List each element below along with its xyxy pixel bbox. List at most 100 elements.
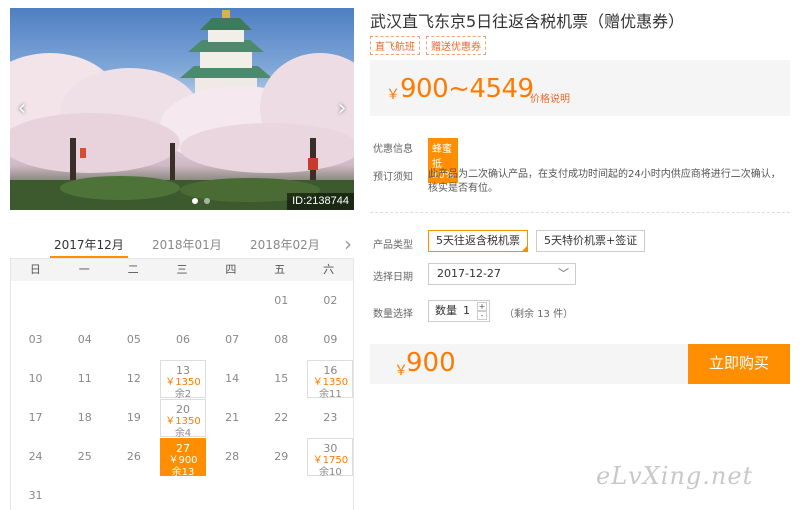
weekday-label: 六 xyxy=(323,263,335,276)
day-number: 03 xyxy=(28,333,43,346)
price-panel: ￥ 900~4549 价格说明 xyxy=(370,60,790,116)
day-number: 21 xyxy=(225,411,240,424)
calendar-day[interactable]: 27 ￥900 余13 xyxy=(160,438,206,478)
calendar-day: 15 xyxy=(258,360,304,398)
calendar-day[interactable]: 30 ￥1750 余10 xyxy=(307,438,354,478)
day-price: ￥1350 xyxy=(312,377,349,388)
calendar-day: 23 xyxy=(307,399,353,437)
photo-dot[interactable] xyxy=(192,198,198,204)
product-title: 武汉直飞东京5日往返含税机票（赠优惠券） xyxy=(370,12,685,31)
day-number: 18 xyxy=(77,411,92,424)
day-price: ￥1750 xyxy=(312,455,349,466)
qty-increase-button[interactable]: + xyxy=(477,302,487,311)
day-number: 07 xyxy=(225,333,240,346)
calendar-day: 08 xyxy=(258,321,304,359)
day-number: 13 xyxy=(176,364,190,377)
weekday-label: 二 xyxy=(127,263,139,276)
calendar-day: 05 xyxy=(111,321,157,359)
quantity-stepper[interactable]: 数量 1 + - xyxy=(428,300,490,322)
day-number: 29 xyxy=(274,450,289,463)
calendar-day: 28 xyxy=(209,438,255,476)
calendar-day[interactable]: 20 ￥1350 余4 xyxy=(160,399,206,439)
calendar-day: 04 xyxy=(62,321,108,359)
day-number: 08 xyxy=(274,333,289,346)
day-number: 11 xyxy=(77,372,92,385)
chevron-left-icon: ‹ xyxy=(17,96,27,121)
discount-label: 优惠信息 xyxy=(373,144,413,155)
day-number: 17 xyxy=(28,411,43,424)
day-number: 01 xyxy=(274,294,289,307)
buy-now-button[interactable]: 立即购买 xyxy=(688,344,790,384)
weekday-label: 三 xyxy=(176,263,188,276)
day-number: 23 xyxy=(323,411,338,424)
calendar-day: 09 xyxy=(307,321,353,359)
photo-next-button[interactable]: › xyxy=(334,94,350,124)
calendar-day: 18 xyxy=(62,399,108,437)
price-range: 900~4549 xyxy=(400,74,534,104)
weekday-label: 四 xyxy=(225,263,237,276)
day-number: 02 xyxy=(323,294,338,307)
date-select[interactable]: 2017-12-27 ﹀ xyxy=(428,263,576,285)
date-label: 选择日期 xyxy=(373,272,413,283)
type-option-visa[interactable]: 5天特价机票+签证 xyxy=(536,230,646,252)
day-stock: 余13 xyxy=(171,467,195,478)
photo-dot[interactable] xyxy=(204,198,210,204)
calendar-weekday-header: 日 一 二 三 四 五 六 xyxy=(11,259,353,281)
divider xyxy=(370,212,790,213)
day-number: 14 xyxy=(225,372,240,385)
day-number: 04 xyxy=(77,333,92,346)
calendar-day: 12 xyxy=(111,360,157,398)
day-number: 09 xyxy=(323,333,338,346)
qty-value[interactable]: 1 xyxy=(463,301,470,321)
calendar-day: 07 xyxy=(209,321,255,359)
day-number: 16 xyxy=(323,364,338,377)
chevron-down-icon: ﹀ xyxy=(558,267,569,280)
photo-prev-button[interactable]: ‹ xyxy=(14,94,30,124)
calendar-day: 10 xyxy=(13,360,59,398)
day-number: 24 xyxy=(28,450,43,463)
currency-symbol: ￥ xyxy=(386,87,400,103)
day-number: 25 xyxy=(77,450,92,463)
calendar-day: 25 xyxy=(62,438,108,476)
tab-month-2018-01[interactable]: 2018年01月 xyxy=(152,236,222,253)
day-stock: 余10 xyxy=(319,467,342,478)
day-number: 12 xyxy=(126,372,141,385)
day-number: 15 xyxy=(274,372,289,385)
calendar-day[interactable]: 16 ￥1350 余11 xyxy=(307,360,354,400)
tab-month-2018-02[interactable]: 2018年02月 xyxy=(250,236,320,253)
weekday-label: 五 xyxy=(274,263,286,276)
weekday-label: 一 xyxy=(78,263,90,276)
photo-id-label: ID:2138744 xyxy=(287,193,354,210)
qty-label: 数量选择 xyxy=(373,309,413,320)
calendar-month-tabs: 2017年12月 2018年01月 2018年02月 › xyxy=(10,230,354,258)
day-number: 31 xyxy=(28,489,43,502)
day-number: 26 xyxy=(126,450,141,463)
calendar-day: 14 xyxy=(209,360,255,398)
notice-text: 此产品为二次确认产品，在支付成功时间起的24小时内供应商将进行二次确认，核实是否… xyxy=(428,169,781,194)
watermark: eLvXing.net xyxy=(596,462,754,490)
type-option-roundtrip[interactable]: 5天往返含税机票 xyxy=(428,230,528,252)
price-note-link[interactable]: 价格说明 xyxy=(530,90,570,105)
qty-prefix: 数量 xyxy=(435,304,457,317)
day-number: 22 xyxy=(274,411,289,424)
calendar-day: 06 xyxy=(160,321,206,359)
calendar-day[interactable]: 13 ￥1350 余2 xyxy=(160,360,206,400)
day-number: 10 xyxy=(28,372,43,385)
day-number: 30 xyxy=(323,442,338,455)
day-number: 28 xyxy=(225,450,240,463)
calendar-day: 29 xyxy=(258,438,304,476)
chevron-right-icon: › xyxy=(337,96,347,121)
day-number: 27 xyxy=(176,442,190,455)
castle-cherry-blossom-image xyxy=(10,10,354,210)
day-number: 20 xyxy=(176,403,190,416)
calendar-day: 02 xyxy=(307,282,353,320)
weekday-label: 日 xyxy=(29,263,41,276)
calendar-day: 01 xyxy=(258,282,304,320)
tab-month-2017-12[interactable]: 2017年12月 xyxy=(54,236,124,253)
stock-remaining: （剩余 13 件） xyxy=(504,309,574,320)
chevron-right-icon[interactable]: › xyxy=(344,232,352,256)
day-number: 19 xyxy=(126,411,141,424)
photo-pagination xyxy=(192,198,210,204)
calendar-day: 21 xyxy=(209,399,255,437)
qty-decrease-button[interactable]: - xyxy=(477,311,487,320)
